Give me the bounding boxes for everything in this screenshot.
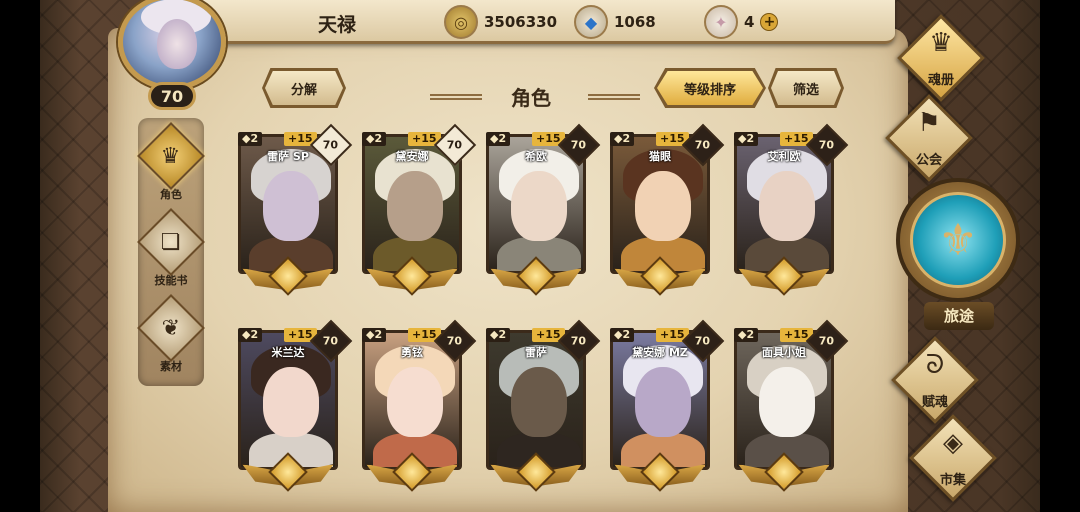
helmet-icon: ♛: [929, 28, 953, 58]
rank-crest-icon: [738, 256, 830, 302]
character-name: 黛安娜 MZ: [632, 346, 688, 359]
helmet-icon: ♛: [137, 122, 205, 190]
rank-crest-icon: [366, 256, 458, 302]
character-card[interactable]: ◆2 +15 70 猫眼: [604, 123, 725, 304]
menu-label: 赋魂: [921, 395, 948, 410]
left-letterbox: [0, 0, 40, 512]
gold-amount: 3506330: [484, 13, 558, 31]
sort-by-level-button[interactable]: 等级排序: [657, 71, 763, 105]
star-count: ◆2: [486, 328, 511, 342]
star-count: ◆2: [734, 132, 759, 146]
character-card[interactable]: ◆2 +15 70 希欧: [480, 123, 601, 304]
star-count: ◆2: [734, 328, 759, 342]
star-count: ◆2: [610, 132, 635, 146]
avatar[interactable]: [118, 0, 226, 90]
character-name: 黛安娜: [395, 150, 429, 163]
gem-resource: ✦ 4 +: [704, 4, 779, 40]
title-ornament-right: [588, 94, 640, 100]
gem-icon: ✦: [704, 5, 738, 39]
crystal-resource: ◆ 1068: [574, 4, 656, 40]
star-count: ◆2: [486, 132, 511, 146]
character-card[interactable]: ◆2 +15 70 雷萨: [480, 319, 601, 500]
character-name: 雷萨 SP: [267, 150, 309, 163]
beast-icon: ❦: [137, 294, 205, 362]
right-letterbox: [1040, 0, 1080, 512]
rank-crest-icon: [366, 452, 458, 498]
character-name: 勇铉: [401, 346, 423, 359]
star-count: ◆2: [238, 328, 263, 342]
character-card[interactable]: ◆2 +15 70 雷萨 SP: [232, 123, 353, 304]
player-avatar-frame[interactable]: 70: [108, 0, 234, 114]
page-title: 角色: [511, 86, 551, 110]
menu-journey[interactable]: ⚜ 旅途: [890, 168, 1028, 344]
gem-amount: 4: [744, 13, 755, 31]
rank-crest-icon: [490, 256, 582, 302]
book-icon: ❏: [137, 208, 205, 276]
player-level-badge: 70: [148, 82, 196, 110]
character-name: 雷萨: [525, 346, 547, 359]
character-card[interactable]: ◆2 +15 70 艾利欧: [728, 123, 849, 304]
flame-swirl-icon: ᘐ: [925, 350, 945, 380]
trident-emblem-icon: ⚜: [910, 192, 1006, 288]
character-card[interactable]: ◆2 +15 70 勇铉: [356, 319, 477, 500]
menu-soul-infuse[interactable]: ᘐ 赋魂: [890, 336, 980, 424]
menu-guild[interactable]: ⚑ 公会: [884, 94, 974, 182]
character-card[interactable]: ◆2 +15 70 面具小姐: [728, 319, 849, 500]
menu-label: 旅途: [924, 302, 994, 330]
filter-button[interactable]: 筛选: [771, 71, 841, 105]
character-card[interactable]: ◆2 +15 70 黛安娜: [356, 123, 477, 304]
gold-resource: ◎ 3506330: [444, 4, 557, 40]
crystal-amount: 1068: [614, 13, 656, 31]
rank-crest-icon: [614, 256, 706, 302]
menu-label: 魂册: [927, 73, 954, 88]
star-count: ◆2: [610, 328, 635, 342]
sidebar-item-skill-books[interactable]: ❏ 技能书: [137, 208, 205, 290]
sidebar-item-materials[interactable]: ❦ 素材: [137, 294, 205, 376]
player-name: 天禄: [318, 14, 357, 36]
bird-banner-icon: ⚑: [917, 108, 941, 138]
rank-crest-icon: [614, 452, 706, 498]
menu-soul-book[interactable]: ♛ 魂册: [896, 14, 986, 102]
menu-market[interactable]: ◈ 市集: [908, 414, 998, 502]
sidebar-item-characters[interactable]: ♛ 角色: [137, 122, 205, 204]
star-count: ◆2: [362, 132, 387, 146]
coin-icon: ◎: [444, 5, 478, 39]
star-count: ◆2: [362, 328, 387, 342]
rank-crest-icon: [738, 452, 830, 498]
rank-crest-icon: [242, 256, 334, 302]
character-name: 猫眼: [649, 150, 671, 163]
diamond-icon: ◈: [943, 428, 963, 458]
category-sidebar: ♛ 角色 ❏ 技能书 ❦ 素材: [137, 118, 205, 386]
character-card[interactable]: ◆2 +15 70 黛安娜 MZ: [604, 319, 725, 500]
character-name: 面具小姐: [762, 346, 806, 359]
add-gem-button[interactable]: +: [760, 13, 779, 31]
star-count: ◆2: [238, 132, 263, 146]
menu-label: 市集: [939, 473, 966, 488]
crystal-icon: ◆: [574, 5, 608, 39]
rank-crest-icon: [490, 452, 582, 498]
character-card[interactable]: ◆2 +15 70 米兰达: [232, 319, 353, 500]
decompose-button[interactable]: 分解: [265, 71, 343, 105]
character-name: 艾利欧: [767, 150, 801, 163]
title-ornament-left: [430, 94, 482, 100]
character-name: 米兰达: [271, 346, 305, 359]
character-name: 希欧: [525, 150, 547, 163]
rank-crest-icon: [242, 452, 334, 498]
menu-label: 公会: [915, 153, 942, 168]
